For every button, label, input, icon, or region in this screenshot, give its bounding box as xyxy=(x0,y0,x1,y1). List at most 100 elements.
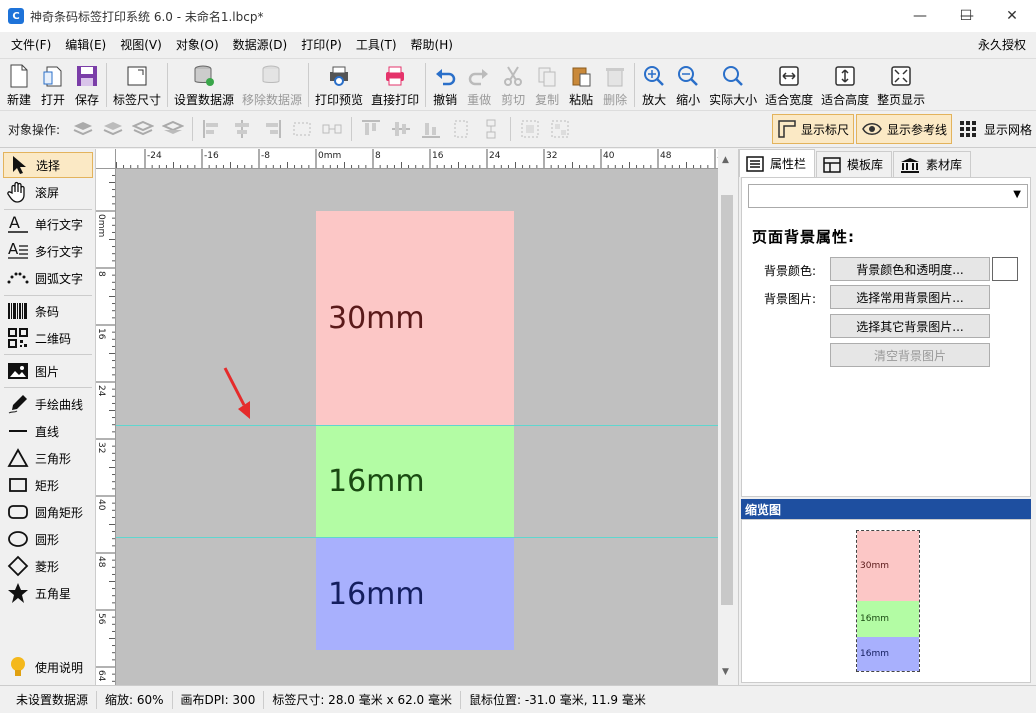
tab-materials[interactable]: 素材库 xyxy=(893,151,972,177)
save-button[interactable]: 保存 xyxy=(70,59,104,109)
fit-width-icon xyxy=(776,63,802,89)
tool-scroll[interactable]: 滚屏 xyxy=(3,179,93,205)
main-toolbar: 新建 打开 保存 标签尺寸 设置数据源 移除数据源 打印预览 直接打印 撤销 重… xyxy=(0,58,1036,110)
zoom-out-button[interactable]: 缩小 xyxy=(671,59,705,109)
toolbox-separator xyxy=(4,387,92,388)
space-h-icon[interactable] xyxy=(319,116,345,142)
group-icon[interactable] xyxy=(517,116,543,142)
guide-line[interactable] xyxy=(116,425,718,426)
tool-star[interactable]: 五角星 xyxy=(3,580,93,606)
tool-single-text[interactable]: A 单行文字 xyxy=(3,211,93,237)
show-grid-button[interactable]: 显示网格 xyxy=(954,114,1036,144)
menu-object[interactable]: 对象(O) xyxy=(169,32,226,58)
section-text[interactable]: 16mm xyxy=(316,464,425,499)
label-section-bottom[interactable]: 16mm xyxy=(316,538,514,650)
menu-edit[interactable]: 编辑(E) xyxy=(58,32,113,58)
layer-bring-forward-icon[interactable] xyxy=(100,116,126,142)
align-top-icon[interactable] xyxy=(358,116,384,142)
scroll-down-icon[interactable]: ▼ xyxy=(722,667,729,677)
section-text[interactable]: 16mm xyxy=(316,577,425,612)
align-center-icon[interactable] xyxy=(229,116,255,142)
vertical-ruler: 0mm 8 16 24 32 40 48 56 64 xyxy=(96,169,116,685)
layer-send-back-icon[interactable] xyxy=(160,116,186,142)
cut-button[interactable]: 剪切 xyxy=(496,59,530,109)
ruler-label: 40 xyxy=(96,499,106,511)
guide-line[interactable] xyxy=(116,537,718,538)
remove-datasource-button[interactable]: 移除数据源 xyxy=(238,59,306,109)
label-size-button[interactable]: 标签尺寸 xyxy=(109,59,165,109)
menu-tools[interactable]: 工具(T) xyxy=(349,32,404,58)
other-bg-image-button[interactable]: 选择其它背景图片... xyxy=(830,314,990,338)
section-text[interactable]: 30mm xyxy=(316,301,425,336)
bg-color-swatch[interactable] xyxy=(992,257,1018,281)
tool-qrcode[interactable]: 二维码 xyxy=(3,325,93,351)
tool-arc-text[interactable]: 圆弧文字 xyxy=(3,265,93,291)
align-bottom-icon[interactable] xyxy=(418,116,444,142)
tool-triangle[interactable]: 三角形 xyxy=(3,445,93,471)
license-label[interactable]: 永久授权 xyxy=(978,32,1026,58)
tool-image[interactable]: 图片 xyxy=(3,358,93,384)
actual-size-button[interactable]: 实际大小 xyxy=(705,59,761,109)
menu-datasource[interactable]: 数据源(D) xyxy=(226,32,295,58)
delete-button[interactable]: 删除 xyxy=(598,59,632,109)
print-preview-button[interactable]: 打印预览 xyxy=(311,59,367,109)
layer-bring-front-icon[interactable] xyxy=(70,116,96,142)
copy-button[interactable]: 复制 xyxy=(530,59,564,109)
new-button[interactable]: 新建 xyxy=(2,59,36,109)
align-right-icon[interactable] xyxy=(259,116,285,142)
menu-print[interactable]: 打印(P) xyxy=(294,32,349,58)
tab-properties[interactable]: 属性栏 xyxy=(739,149,816,177)
right-panel: 属性栏 模板库 素材库 ▼ 页面背景属性: 背景颜色: 背景颜色和透明度... … xyxy=(738,149,1036,685)
fit-width-button[interactable]: 适合宽度 xyxy=(761,59,817,109)
align-middle-icon[interactable] xyxy=(388,116,414,142)
thumbnail-preview[interactable]: 30mm 16mm 16mm xyxy=(856,530,920,672)
vertical-scrollbar[interactable]: ▲ ▼ xyxy=(718,149,736,685)
redo-button[interactable]: 重做 xyxy=(462,59,496,109)
tool-round-rect[interactable]: 圆角矩形 xyxy=(3,499,93,525)
distribute-h-icon[interactable] xyxy=(289,116,315,142)
bg-color-button[interactable]: 背景颜色和透明度... xyxy=(830,257,990,281)
minimize-button[interactable]: — xyxy=(897,0,943,32)
maximize-button[interactable]: ☐ xyxy=(943,0,989,32)
menu-file[interactable]: 文件(F) xyxy=(4,32,58,58)
space-v-icon[interactable] xyxy=(478,116,504,142)
full-page-button[interactable]: 整页显示 xyxy=(873,59,929,109)
hand-icon xyxy=(5,181,31,203)
tool-multi-text[interactable]: A 多行文字 xyxy=(3,238,93,264)
menu-help[interactable]: 帮助(H) xyxy=(404,32,460,58)
tool-rect[interactable]: 矩形 xyxy=(3,472,93,498)
tool-diamond[interactable]: 菱形 xyxy=(3,553,93,579)
design-canvas[interactable]: 30mm 16mm 16mm xyxy=(116,169,718,685)
status-mouse-position: 鼠标位置: -31.0 毫米, 11.9 毫米 xyxy=(468,692,646,707)
tool-help[interactable]: 使用说明 xyxy=(3,654,93,680)
show-ruler-button[interactable]: 显示标尺 xyxy=(772,114,855,144)
fit-height-button[interactable]: 适合高度 xyxy=(817,59,873,109)
layer-send-backward-icon[interactable] xyxy=(130,116,156,142)
common-bg-image-button[interactable]: 选择常用背景图片... xyxy=(830,285,990,309)
align-left-icon[interactable] xyxy=(199,116,225,142)
set-datasource-button[interactable]: 设置数据源 xyxy=(170,59,238,109)
show-guides-button[interactable]: 显示参考线 xyxy=(856,114,953,144)
zoom-in-button[interactable]: 放大 xyxy=(637,59,671,109)
tool-barcode[interactable]: 条码 xyxy=(3,298,93,324)
open-button[interactable]: 打开 xyxy=(36,59,70,109)
label-section-top[interactable]: 30mm xyxy=(316,211,514,425)
tab-templates[interactable]: 模板库 xyxy=(816,151,893,177)
menu-view[interactable]: 视图(V) xyxy=(113,32,169,58)
tool-select[interactable]: 选择 xyxy=(3,152,93,178)
ungroup-icon[interactable] xyxy=(547,116,573,142)
tool-freehand[interactable]: 手绘曲线 xyxy=(3,391,93,417)
undo-button[interactable]: 撤销 xyxy=(428,59,462,109)
tool-line[interactable]: 直线 xyxy=(3,418,93,444)
label-section-middle[interactable]: 16mm xyxy=(316,425,514,538)
paste-button[interactable]: 粘贴 xyxy=(564,59,598,109)
lightbulb-icon xyxy=(5,656,31,678)
close-button[interactable]: ✕ xyxy=(989,0,1035,32)
object-select-dropdown[interactable]: ▼ xyxy=(748,184,1028,208)
scrollbar-thumb[interactable] xyxy=(721,195,733,605)
clear-bg-image-button[interactable]: 清空背景图片 xyxy=(830,343,990,367)
distribute-v-icon[interactable] xyxy=(448,116,474,142)
tool-ellipse[interactable]: 圆形 xyxy=(3,526,93,552)
direct-print-button[interactable]: 直接打印 xyxy=(367,59,423,109)
scroll-up-icon[interactable]: ▲ xyxy=(722,155,729,165)
